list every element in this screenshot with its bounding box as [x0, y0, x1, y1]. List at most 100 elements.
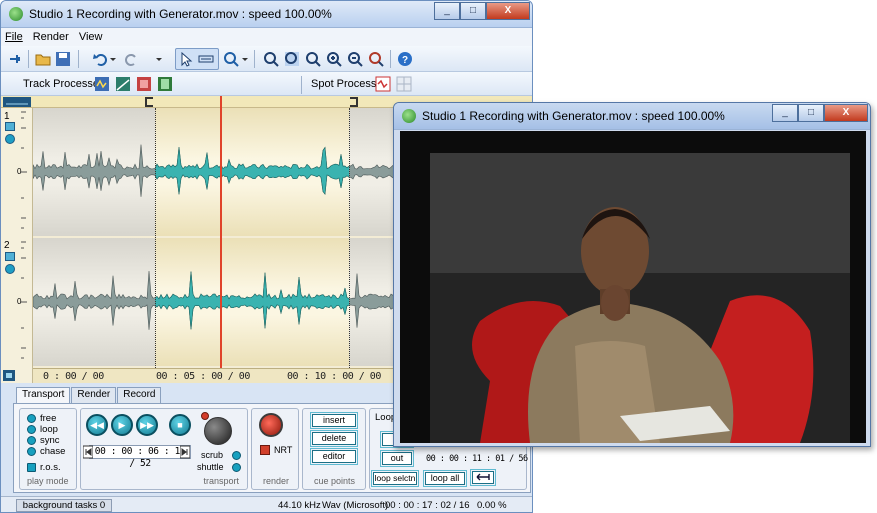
- play-mode-loop[interactable]: loop: [27, 424, 58, 435]
- loop-out-button[interactable]: out: [380, 450, 414, 467]
- radio-chase[interactable]: [27, 446, 36, 456]
- nrt-label: NRT: [274, 445, 293, 455]
- loop-end-marker-icon[interactable]: [348, 96, 360, 108]
- zoom-fit-icon[interactable]: [263, 51, 279, 67]
- video-maximize-button[interactable]: □: [798, 104, 824, 122]
- spot-grid-icon[interactable]: [396, 76, 412, 92]
- window-controls: _ □ X: [434, 2, 530, 20]
- status-format: Wav (Microsoft): [322, 500, 389, 511]
- zoom-reset-icon[interactable]: [368, 51, 384, 67]
- minimize-button[interactable]: _: [434, 2, 460, 20]
- track-2-record-arm[interactable]: [5, 264, 15, 274]
- track-number: 1: [4, 111, 10, 122]
- maximize-button[interactable]: □: [460, 2, 486, 20]
- spot-process-icon[interactable]: [375, 76, 391, 92]
- redo-icon[interactable]: [123, 51, 139, 67]
- zoom-in-icon[interactable]: [326, 51, 342, 67]
- shuttle-radio[interactable]: [232, 463, 241, 472]
- tab-transport[interactable]: Transport: [16, 387, 71, 404]
- transport-group: ◀◀ ▶ ▶▶ ■ 00 : 00 : 06 : 11 / 52 scrub s…: [80, 408, 248, 490]
- transport-time: 00 : 00 : 06 : 11 / 52: [89, 445, 191, 469]
- filter-process-icon[interactable]: [157, 76, 173, 92]
- close-button[interactable]: X: [486, 2, 530, 20]
- render-button[interactable]: [259, 413, 283, 437]
- track-1-record-arm[interactable]: [5, 134, 15, 144]
- scrub-radio[interactable]: [232, 451, 241, 460]
- play-mode-sync[interactable]: sync: [27, 435, 60, 446]
- menu-view[interactable]: View: [79, 31, 103, 43]
- undo-dropdown-icon[interactable]: [109, 51, 117, 67]
- cue-points-label: cue points: [314, 476, 356, 486]
- redo-dropdown-icon[interactable]: [155, 51, 163, 67]
- jog-knob[interactable]: [204, 417, 232, 445]
- editor-titlebar[interactable]: Studio 1 Recording with Generator.mov : …: [1, 1, 532, 28]
- ros-checkbox[interactable]: [27, 462, 36, 472]
- cue-editor-button[interactable]: editor: [310, 448, 358, 465]
- zoom-tool-icon[interactable]: [223, 51, 239, 67]
- loop-return-button[interactable]: [470, 469, 496, 486]
- video-close-button[interactable]: X: [824, 104, 868, 122]
- loop-selection-button[interactable]: loop selctn: [371, 470, 419, 487]
- menu-bar: File Render View: [1, 28, 532, 46]
- radio-loop[interactable]: [27, 424, 36, 434]
- reverb-process-icon[interactable]: [136, 76, 152, 92]
- loop-out-time: 00 : 00 : 11 : 01 / 56: [426, 454, 528, 464]
- video-window-controls: _ □ X: [772, 104, 868, 122]
- dynamics-process-icon[interactable]: [115, 76, 131, 92]
- play-mode-chase[interactable]: chase: [27, 446, 65, 457]
- radio-sync[interactable]: [27, 435, 36, 445]
- video-preview: [400, 131, 866, 443]
- next-frame-icon[interactable]: [180, 445, 190, 459]
- status-bar: background tasks 0 44.10 kHz Wav (Micros…: [1, 496, 532, 512]
- zoom-horizontal-icon[interactable]: [305, 51, 321, 67]
- zoom-dropdown-icon[interactable]: [241, 51, 249, 67]
- tab-record[interactable]: Record: [117, 387, 162, 403]
- radio-free[interactable]: [27, 413, 36, 423]
- save-icon[interactable]: [55, 51, 71, 67]
- video-titlebar[interactable]: Studio 1 Recording with Generator.mov : …: [394, 103, 870, 130]
- background-tasks-button[interactable]: background tasks 0: [16, 499, 112, 512]
- shuttle-label: shuttle: [197, 462, 224, 472]
- ruler-toggle-icon[interactable]: [3, 370, 15, 381]
- cue-delete-button[interactable]: delete: [310, 430, 358, 447]
- track-2-select[interactable]: [5, 252, 15, 261]
- play-button[interactable]: ▶: [111, 414, 133, 436]
- video-frame-image: [400, 131, 866, 443]
- status-sample-rate: 44.10 kHz: [278, 500, 321, 511]
- menu-file[interactable]: File: [5, 31, 23, 43]
- loop-all-button[interactable]: loop all: [423, 470, 467, 487]
- transport-label: transport: [203, 476, 239, 486]
- menu-render[interactable]: Render: [33, 31, 69, 43]
- select-tool-icon[interactable]: [179, 51, 195, 67]
- status-percent: 0.00 %: [477, 500, 507, 511]
- panel-tabs: Transport Render Record: [16, 387, 162, 404]
- track-number: 2: [4, 240, 10, 251]
- zoom-selection-icon[interactable]: [284, 51, 300, 67]
- prev-frame-icon[interactable]: [83, 445, 93, 459]
- video-minimize-button[interactable]: _: [772, 104, 798, 122]
- zoom-out-icon[interactable]: [347, 51, 363, 67]
- render-group: NRT render: [251, 408, 299, 490]
- track-1-select[interactable]: [5, 122, 15, 131]
- undo-icon[interactable]: [93, 51, 109, 67]
- tab-render[interactable]: Render: [71, 387, 117, 403]
- time-ruler-mid: 00 : 05 : 00 / 00: [156, 371, 250, 382]
- loop-start-marker-icon[interactable]: [143, 96, 155, 108]
- cue-insert-button[interactable]: insert: [310, 412, 358, 429]
- nrt-checkbox[interactable]: [260, 445, 270, 455]
- ros-toggle[interactable]: r.o.s.: [27, 462, 61, 473]
- eq-process-icon[interactable]: [94, 76, 110, 92]
- pin-icon[interactable]: [7, 51, 23, 67]
- play-mode-free[interactable]: free: [27, 413, 56, 424]
- range-tool-icon[interactable]: [198, 51, 214, 67]
- help-icon[interactable]: ?: [397, 51, 413, 67]
- rewind-button[interactable]: ◀◀: [86, 414, 108, 436]
- fast-forward-button[interactable]: ▶▶: [136, 414, 158, 436]
- process-toolbar: Track Processes Spot Processes: [1, 72, 532, 96]
- svg-text:0: 0: [17, 167, 22, 176]
- open-folder-icon[interactable]: [35, 51, 51, 67]
- playhead[interactable]: [220, 96, 222, 383]
- stop-button[interactable]: ■: [169, 414, 191, 436]
- ruler-mode-icon[interactable]: [3, 97, 31, 107]
- time-ruler-end: 00 : 10 : 00 / 00: [287, 371, 381, 382]
